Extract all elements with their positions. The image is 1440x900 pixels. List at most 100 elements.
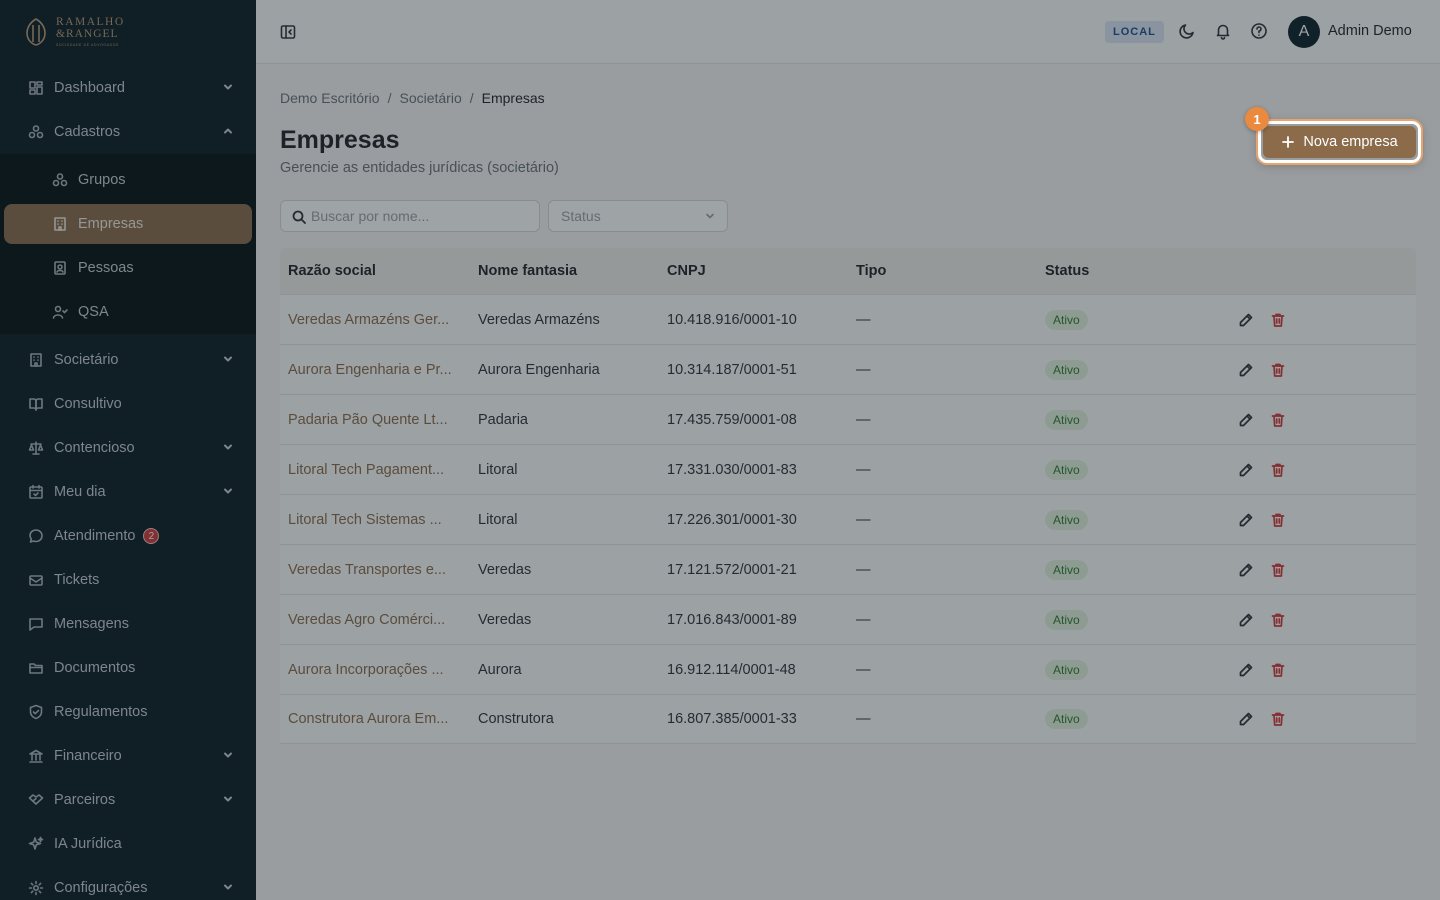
cnpj-cell: 17.016.843/0001-89 — [667, 611, 797, 628]
table-row[interactable]: Veredas Agro Comérci... Veredas 17.016.843… — [280, 594, 1416, 644]
brand-logo[interactable]: RAMALHO &RANGEL SOCIEDADE DE ADVOGADOS — [0, 0, 256, 64]
column-header-razao-social[interactable]: Razão social — [280, 263, 470, 279]
column-header-cnpj[interactable]: CNPJ — [659, 263, 848, 279]
book-icon — [28, 396, 44, 412]
trash-icon[interactable] — [1270, 711, 1286, 727]
table-row[interactable]: Veredas Transportes e... Veredas 17.121.57… — [280, 544, 1416, 594]
sidebar-item-grupos[interactable]: Grupos — [0, 158, 256, 202]
edit-icon[interactable] — [1238, 362, 1254, 378]
edit-icon[interactable] — [1238, 512, 1254, 528]
razao-social-link[interactable]: Padaria Pão Quente Lt... — [280, 412, 470, 428]
razao-social-link[interactable]: Veredas Transportes e... — [280, 562, 470, 578]
ticket-icon — [28, 572, 44, 588]
user-check-icon — [52, 304, 68, 320]
trash-icon[interactable] — [1270, 612, 1286, 628]
avatar[interactable]: A — [1288, 16, 1320, 48]
table-row[interactable]: Padaria Pão Quente Lt... Padaria 17.435.75… — [280, 394, 1416, 444]
sidebar-item-regulamentos[interactable]: Regulamentos — [0, 690, 256, 734]
trash-icon[interactable] — [1270, 662, 1286, 678]
sidebar-item-atendimento[interactable]: Atendimento 2 — [0, 514, 256, 558]
breadcrumb-item[interactable]: Societário — [399, 90, 461, 106]
razao-social-link[interactable]: Veredas Armazéns Ger... — [280, 312, 470, 328]
edit-icon[interactable] — [1238, 562, 1254, 578]
trash-icon[interactable] — [1270, 362, 1286, 378]
sidebar-item-label: QSA — [78, 304, 109, 320]
table-row[interactable]: Veredas Armazéns Ger... Veredas Armazéns 1… — [280, 294, 1416, 344]
search-field[interactable] — [280, 200, 540, 232]
edit-icon[interactable] — [1238, 662, 1254, 678]
row-actions — [1226, 662, 1416, 678]
edit-icon[interactable] — [1238, 412, 1254, 428]
sidebar-item-meu-dia[interactable]: Meu dia — [0, 470, 256, 514]
nome-fantasia-cell: Litoral — [478, 511, 518, 528]
table-row[interactable]: Aurora Engenharia e Pr... Aurora Engenhar… — [280, 344, 1416, 394]
edit-icon[interactable] — [1238, 462, 1254, 478]
sidebar-item-label: IA Jurídica — [54, 836, 122, 852]
sidebar-item-financeiro[interactable]: Financeiro — [0, 734, 256, 778]
sidebar-item-documentos[interactable]: Documentos — [0, 646, 256, 690]
sidebar-toggle-icon[interactable] — [280, 24, 296, 40]
trash-icon[interactable] — [1270, 462, 1286, 478]
logo-mark-icon — [26, 18, 46, 46]
bell-icon[interactable] — [1214, 22, 1232, 40]
razao-social-link[interactable]: Aurora Engenharia e Pr... — [280, 362, 470, 378]
razao-social-link[interactable]: Aurora Incorporações ... — [280, 662, 470, 678]
new-company-button[interactable]: Nova empresa — [1263, 126, 1416, 158]
trash-icon[interactable] — [1270, 562, 1286, 578]
razao-social-link[interactable]: Litoral Tech Pagament... — [280, 462, 470, 478]
sidebar-item-dashboard[interactable]: Dashboard — [0, 66, 256, 110]
user-name[interactable]: Admin Demo — [1328, 23, 1412, 39]
sidebar-item-pessoas[interactable]: Pessoas — [0, 246, 256, 290]
razao-social-link[interactable]: Veredas Agro Comérci... — [280, 612, 470, 628]
razao-social-link[interactable]: Construtora Aurora Em... — [280, 711, 470, 727]
sidebar-item-empresas[interactable]: Empresas — [4, 204, 252, 244]
table-header: Razão social Nome fantasia CNPJ Tipo Sta… — [280, 248, 1416, 294]
column-header-nome-fantasia[interactable]: Nome fantasia — [470, 263, 659, 279]
trash-icon[interactable] — [1270, 512, 1286, 528]
breadcrumb-item[interactable]: Demo Escritório — [280, 90, 380, 106]
sidebar-item-label: Financeiro — [54, 748, 122, 764]
sidebar-item-label: Societário — [54, 352, 119, 368]
status-badge: Ativo — [1045, 609, 1088, 630]
sparkles-icon — [28, 836, 44, 852]
edit-icon[interactable] — [1238, 312, 1254, 328]
status-filter-select[interactable]: Status — [548, 200, 728, 232]
trash-icon[interactable] — [1270, 312, 1286, 328]
chevron-down-icon — [222, 881, 234, 893]
column-header-status[interactable]: Status — [1037, 263, 1226, 279]
sidebar-item-societario[interactable]: Societário — [0, 338, 256, 382]
table-row[interactable]: Litoral Tech Sistemas ... Litoral 17.226.3… — [280, 494, 1416, 544]
status-badge: Ativo — [1045, 309, 1088, 330]
help-icon[interactable] — [1250, 22, 1268, 40]
sidebar-item-label: Pessoas — [78, 260, 134, 276]
notification-count-badge: 2 — [143, 528, 160, 544]
search-input[interactable] — [311, 201, 531, 231]
sidebar-item-tickets[interactable]: Tickets — [0, 558, 256, 602]
row-actions — [1226, 312, 1416, 328]
sidebar-item-ia-juridica[interactable]: IA Jurídica — [0, 822, 256, 866]
sidebar-item-contencioso[interactable]: Contencioso — [0, 426, 256, 470]
razao-social-link[interactable]: Litoral Tech Sistemas ... — [280, 512, 470, 528]
sidebar-item-configuracoes[interactable]: Configurações — [0, 866, 256, 900]
status-badge: Ativo — [1045, 709, 1088, 729]
sidebar-item-consultivo[interactable]: Consultivo — [0, 382, 256, 426]
top-header: LOCAL A Admin Demo — [256, 0, 1440, 64]
table-row[interactable]: Construtora Aurora Em... Construtora 16.80… — [280, 694, 1416, 744]
chevron-down-icon — [222, 441, 234, 453]
edit-icon[interactable] — [1238, 711, 1254, 727]
sidebar-item-label: Configurações — [54, 880, 148, 896]
sidebar-item-parceiros[interactable]: Parceiros — [0, 778, 256, 822]
shield-icon — [28, 704, 44, 720]
theme-toggle-moon-icon[interactable] — [1178, 22, 1196, 40]
table-row[interactable]: Litoral Tech Pagament... Litoral 17.331.03… — [280, 444, 1416, 494]
sidebar-item-cadastros[interactable]: Cadastros — [0, 110, 256, 154]
table-row[interactable]: Aurora Incorporações ... Aurora 16.912.114… — [280, 644, 1416, 694]
status-cell: Ativo — [1037, 509, 1226, 530]
tipo-cell: — — [856, 461, 871, 478]
trash-icon[interactable] — [1270, 412, 1286, 428]
edit-icon[interactable] — [1238, 612, 1254, 628]
sidebar-item-mensagens[interactable]: Mensagens — [0, 602, 256, 646]
column-header-tipo[interactable]: Tipo — [848, 263, 1037, 279]
status-badge: Ativo — [1045, 359, 1088, 380]
sidebar-item-qsa[interactable]: QSA — [0, 290, 256, 334]
